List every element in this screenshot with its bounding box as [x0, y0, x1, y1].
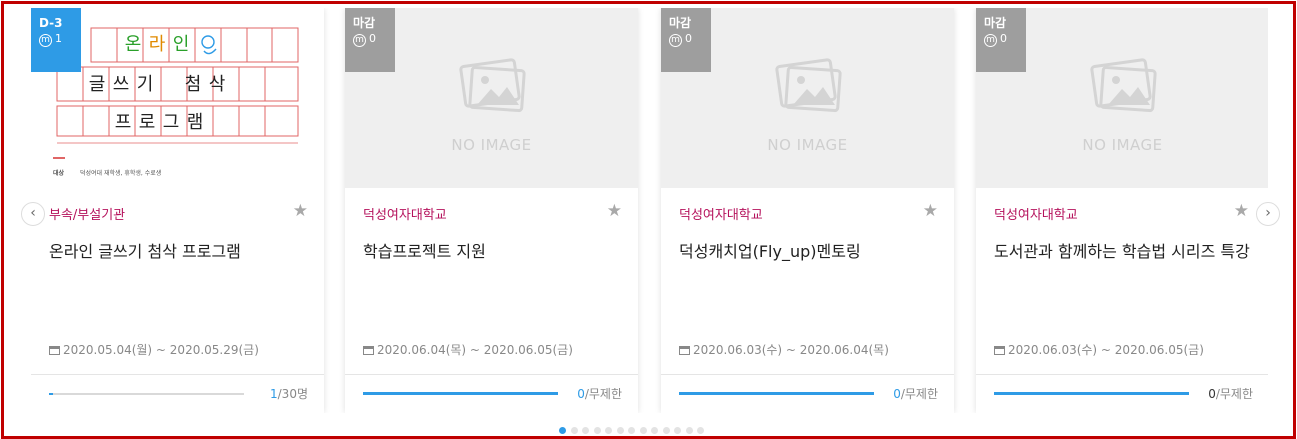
status-badge: 마감 m0	[661, 8, 711, 72]
enrollment-progress-bar	[994, 392, 1189, 395]
status-badge: D-3 m1	[31, 8, 81, 72]
image-placeholder-icon	[1090, 58, 1157, 113]
pagination-dot[interactable]	[651, 427, 658, 434]
enrollment-progress-bar	[679, 392, 874, 395]
calendar-icon	[679, 346, 690, 355]
divider	[345, 374, 638, 375]
no-image-label: NO IMAGE	[451, 136, 532, 154]
organization-label: 덕성여자대학교	[363, 208, 447, 223]
pagination-dot[interactable]	[674, 427, 681, 434]
status-badge: 마감 m0	[345, 8, 395, 72]
pagination-dot[interactable]	[582, 427, 589, 434]
favorite-star-icon[interactable]: ★	[1234, 201, 1249, 221]
pagination-dot[interactable]	[697, 427, 704, 434]
card-thumbnail[interactable]: 온라인 글쓰기첨삭 프로그램 대상 덕성여대 재학생, 휴학생, 수료생 D-3…	[31, 8, 324, 188]
chevron-right-icon: ›	[1265, 205, 1271, 221]
program-title[interactable]: 덕성캐치업(Fly_up)멘토링	[679, 238, 939, 266]
pagination-dot[interactable]	[616, 427, 624, 434]
enrollment-count: 0/무제한	[577, 387, 622, 401]
favorite-star-icon[interactable]: ★	[923, 201, 938, 221]
enrollment-progress-bar	[363, 392, 558, 395]
card-thumbnail[interactable]: NO IMAGE 마감 m0	[976, 8, 1268, 188]
no-image-label: NO IMAGE	[767, 136, 848, 154]
organization-label: 덕성여자대학교	[679, 208, 763, 223]
poster-line3: 프로그램	[114, 112, 204, 133]
poster-line2: 글쓰기첨삭	[88, 74, 226, 95]
mileage-icon: m	[984, 34, 997, 47]
image-placeholder-icon	[459, 58, 526, 113]
status-badge: 마감 m0	[976, 8, 1026, 72]
chevron-left-icon: ‹	[30, 205, 36, 221]
divider	[31, 374, 324, 375]
pagination-dot[interactable]	[685, 427, 693, 434]
enrollment-progress-bar	[49, 393, 244, 395]
program-dates: 2020.06.04(목) ~ 2020.06.05(금)	[363, 341, 573, 358]
program-carousel: 온라인 글쓰기첨삭 프로그램 대상 덕성여대 재학생, 휴학생, 수료생 D-3…	[1, 1, 1296, 439]
pagination-dot[interactable]	[628, 427, 635, 434]
image-placeholder-icon	[775, 58, 842, 113]
pagination-dot[interactable]	[605, 427, 612, 434]
enrollment-count: 0/무제한	[893, 387, 938, 401]
program-dates: 2020.05.04(월) ~ 2020.05.29(금)	[49, 341, 259, 358]
pagination-dot[interactable]	[593, 427, 601, 434]
divider	[976, 374, 1268, 375]
program-card[interactable]: NO IMAGE 마감 m0 덕성여자대학교 ★ 도서관과 함께하는 학습법 시…	[976, 8, 1268, 413]
enrollment-count: 0/무제한	[1208, 387, 1253, 401]
carousel-prev-button[interactable]: ‹	[21, 202, 45, 226]
mileage-icon: m	[39, 34, 52, 47]
program-dates: 2020.06.03(수) ~ 2020.06.05(금)	[994, 341, 1204, 358]
pagination-dot[interactable]	[570, 427, 578, 434]
pagination-dot[interactable]	[662, 427, 670, 434]
carousel-pagination	[559, 419, 709, 438]
card-thumbnail[interactable]: NO IMAGE 마감 m0	[345, 8, 638, 188]
poster-caption: 대상 덕성여대 재학생, 휴학생, 수료생	[53, 170, 162, 177]
program-card[interactable]: 온라인 글쓰기첨삭 프로그램 대상 덕성여대 재학생, 휴학생, 수료생 D-3…	[31, 8, 324, 413]
program-card[interactable]: NO IMAGE 마감 m0 덕성여자대학교 ★ 학습프로젝트 지원 2020.…	[345, 8, 638, 413]
carousel-track: 온라인 글쓰기첨삭 프로그램 대상 덕성여대 재학생, 휴학생, 수료생 D-3…	[31, 8, 1268, 413]
program-dates: 2020.06.03(수) ~ 2020.06.04(목)	[679, 341, 889, 358]
program-card[interactable]: NO IMAGE 마감 m0 덕성여자대학교 ★ 덕성캐치업(Fly_up)멘토…	[661, 8, 954, 413]
organization-label: 덕성여자대학교	[994, 208, 1078, 223]
calendar-icon	[363, 346, 374, 355]
mileage-icon: m	[669, 34, 682, 47]
enrollment-count: 1/30명	[270, 387, 308, 401]
program-title[interactable]: 도서관과 함께하는 학습법 시리즈 특강	[994, 238, 1254, 266]
program-title[interactable]: 온라인 글쓰기 첨삭 프로그램	[49, 238, 309, 266]
pagination-dot[interactable]	[559, 427, 566, 434]
organization-label: 부속/부설기관	[49, 208, 126, 223]
no-image-label: NO IMAGE	[1082, 136, 1163, 154]
program-title[interactable]: 학습프로젝트 지원	[363, 238, 623, 266]
poster-line1: 온라인	[124, 34, 190, 55]
carousel-next-button[interactable]: ›	[1256, 202, 1280, 226]
pagination-dot[interactable]	[639, 427, 647, 434]
divider	[661, 374, 954, 375]
favorite-star-icon[interactable]: ★	[293, 201, 308, 221]
pen-icon	[201, 35, 217, 55]
calendar-icon	[49, 346, 60, 355]
card-thumbnail[interactable]: NO IMAGE 마감 m0	[661, 8, 954, 188]
calendar-icon	[994, 346, 1005, 355]
mileage-icon: m	[353, 34, 366, 47]
favorite-star-icon[interactable]: ★	[607, 201, 622, 221]
